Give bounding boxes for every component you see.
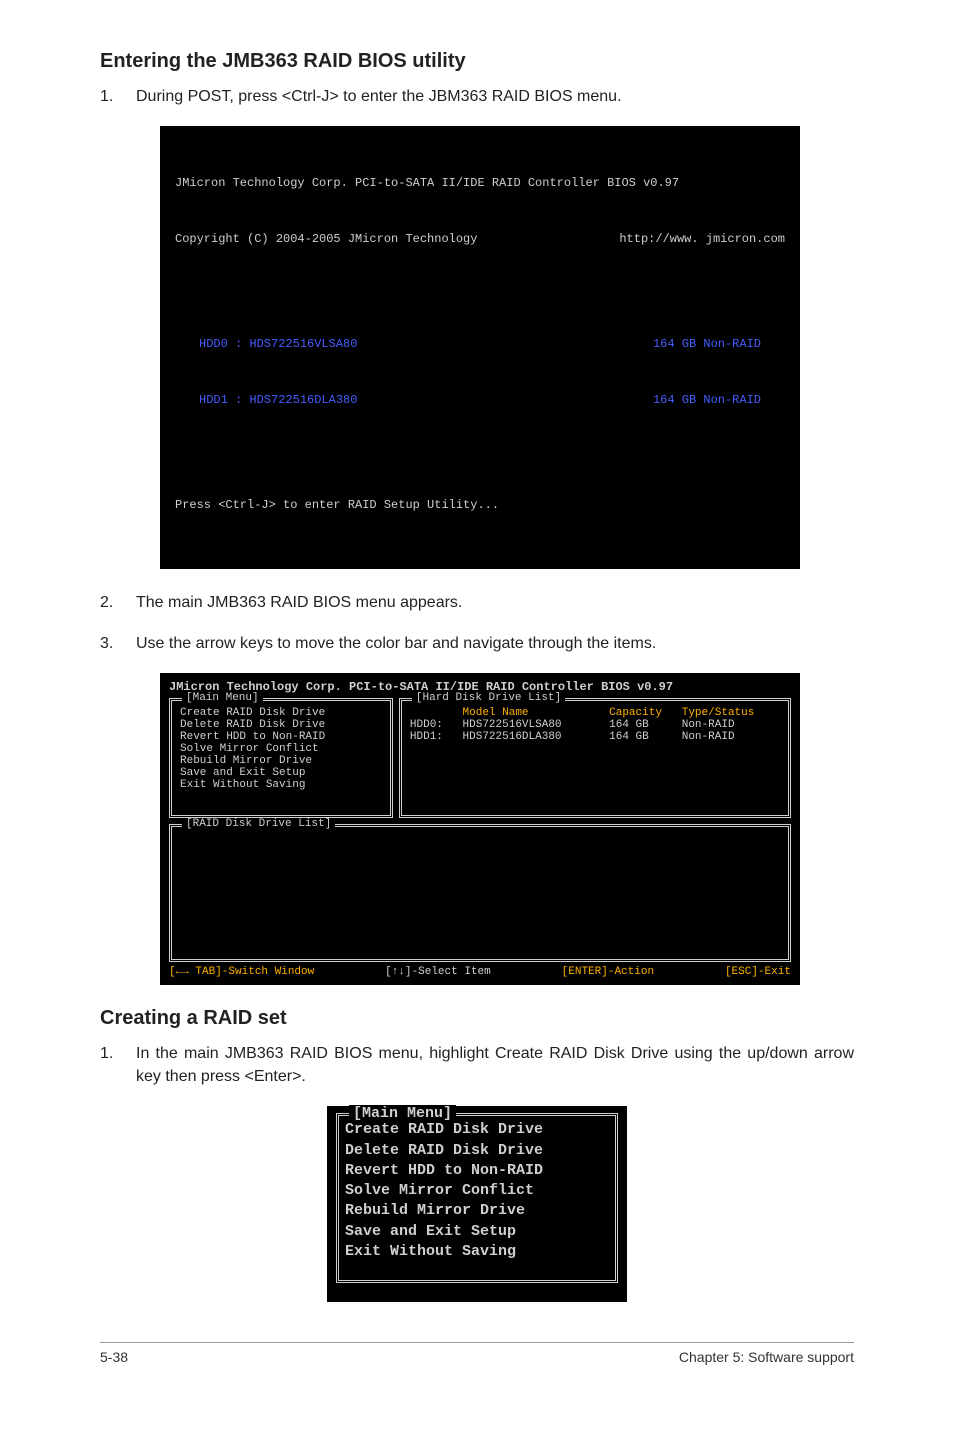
step-text: During POST, press <Ctrl-J> to enter the… [136,85,854,108]
raid-list-legend: [RAID Disk Drive List] [182,818,335,830]
hdr-model: Model Name [463,707,603,719]
menu-item[interactable]: Exit Without Saving [345,1242,609,1262]
bios-drive-row: HDD1 : HDS722516DLA380 164 GB Non-RAID [175,391,785,410]
hdd-list-frame: [Hard Disk Drive List] Model Name Capaci… [399,698,791,818]
menu-item[interactable]: Revert HDD to Non-RAID [180,731,382,743]
hdd-label: HDD1: [410,731,456,743]
menu-item[interactable]: Solve Mirror Conflict [180,743,382,755]
hdd-stat: Non-RAID [682,719,772,731]
menu-item[interactable]: Delete RAID Disk Drive [345,1141,609,1161]
main-menu-list: Create RAID Disk Drive Delete RAID Disk … [180,707,382,791]
chapter-title: Chapter 5: Software support [679,1349,854,1365]
step-text: In the main JMB363 RAID BIOS menu, highl… [136,1042,854,1088]
main-menu-closeup-frame: [Main Menu] Create RAID Disk Drive Delet… [336,1113,618,1283]
bios-copyright-right: http://www. jmicron.com [619,230,785,249]
hdr-capacity: Capacity [609,707,675,719]
footer-action: [ENTER]-Action [562,966,654,978]
footer-select: [↑↓]-Select Item [385,966,491,978]
bios2-footer: [←→ TAB]-Switch Window [↑↓]-Select Item … [169,966,791,978]
hdd-cap: 164 GB [609,719,675,731]
hdd-row: HDD1: HDS722516DLA380 164 GB Non-RAID [410,731,780,743]
bios-copyright-line: Copyright (C) 2004-2005 JMicron Technolo… [175,230,785,249]
hdd0-label: HDD0 : HDS722516VLSA80 [175,335,357,354]
main-menu-closeup-legend: [Main Menu] [349,1105,456,1122]
footer-switch: [←→ TAB]-Switch Window [169,966,314,978]
menu-item[interactable]: Solve Mirror Conflict [345,1181,609,1201]
hdd0-status: 164 GB Non-RAID [653,335,785,354]
hdd-cap: 164 GB [609,731,675,743]
step-number: 2. [100,591,136,614]
step-number: 1. [100,85,136,108]
main-menu-legend: [Main Menu] [182,692,263,704]
main-menu-closeup: [Main Menu] Create RAID Disk Drive Delet… [327,1106,627,1302]
bios-post-screenshot: JMicron Technology Corp. PCI-to-SATA II/… [160,126,800,568]
menu-item[interactable]: Delete RAID Disk Drive [180,719,382,731]
step-number: 3. [100,632,136,655]
page-number: 5-38 [100,1349,128,1365]
step-number: 1. [100,1042,136,1088]
menu-item[interactable]: Rebuild Mirror Drive [345,1201,609,1221]
hdd1-status: 164 GB Non-RAID [653,391,785,410]
hdd-model: HDS722516VLSA80 [463,719,603,731]
hdr-status: Type/Status [682,707,772,719]
menu-item[interactable]: Rebuild Mirror Drive [180,755,382,767]
menu-item[interactable]: Revert HDD to Non-RAID [345,1161,609,1181]
hdd-list-header: Model Name Capacity Type/Status [410,707,780,719]
section1-step3: 3. Use the arrow keys to move the color … [100,632,854,655]
section1-step1: 1. During POST, press <Ctrl-J> to enter … [100,85,854,108]
bios-main-menu-screenshot: JMicron Technology Corp. PCI-to-SATA II/… [160,673,800,985]
step-text: The main JMB363 RAID BIOS menu appears. [136,591,854,614]
hdd-model: HDS722516DLA380 [463,731,603,743]
menu-item[interactable]: Exit Without Saving [180,779,382,791]
hdd-label: HDD0: [410,719,456,731]
menu-item[interactable]: Save and Exit Setup [345,1222,609,1242]
raid-list-frame: [RAID Disk Drive List] [169,824,791,962]
menu-item[interactable]: Create RAID Disk Drive [180,707,382,719]
hdd-stat: Non-RAID [682,731,772,743]
bios-drive-row: HDD0 : HDS722516VLSA80 164 GB Non-RAID [175,335,785,354]
document-page: Entering the JMB363 RAID BIOS utility 1.… [0,0,954,1395]
section2-step1: 1. In the main JMB363 RAID BIOS menu, hi… [100,1042,854,1088]
step-text: Use the arrow keys to move the color bar… [136,632,854,655]
main-menu-frame: [Main Menu] Create RAID Disk Drive Delet… [169,698,393,818]
hdd1-label: HDD1 : HDS722516DLA380 [175,391,357,410]
section1-heading: Entering the JMB363 RAID BIOS utility [100,50,854,73]
footer-exit: [ESC]-Exit [725,966,791,978]
page-footer: 5-38 Chapter 5: Software support [100,1342,854,1365]
section1-step2: 2. The main JMB363 RAID BIOS menu appear… [100,591,854,614]
hdd-row: HDD0: HDS722516VLSA80 164 GB Non-RAID [410,719,780,731]
bios-prompt: Press <Ctrl-J> to enter RAID Setup Utili… [175,496,785,515]
bios-copyright-left: Copyright (C) 2004-2005 JMicron Technolo… [175,230,477,249]
bios-title-line: JMicron Technology Corp. PCI-to-SATA II/… [175,174,785,193]
menu-item[interactable]: Save and Exit Setup [180,767,382,779]
hdd-list-legend: [Hard Disk Drive List] [412,692,565,704]
menu-item-selected[interactable]: Create RAID Disk Drive [345,1121,543,1138]
section2-heading: Creating a RAID set [100,1007,854,1030]
